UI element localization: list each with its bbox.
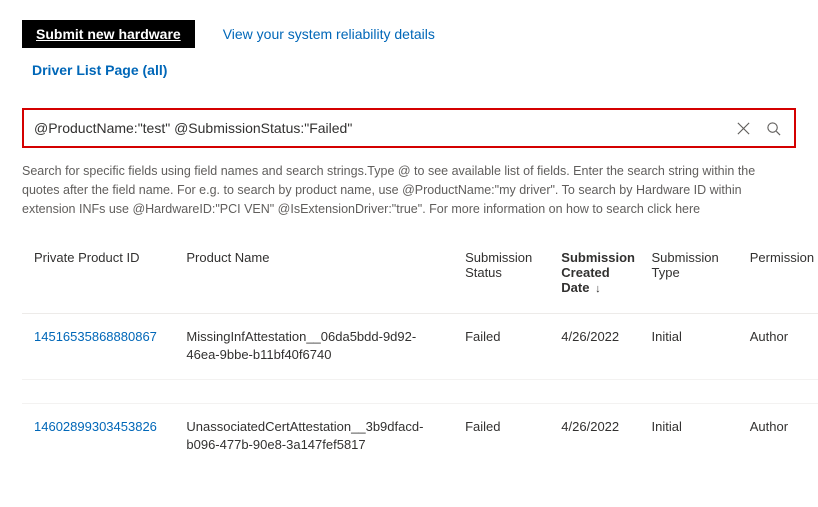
results-table: Private Product ID Product Name Submissi… [22, 240, 818, 468]
cell-type: Initial [640, 314, 738, 379]
search-bar [22, 108, 796, 148]
cell-status: Failed [453, 314, 549, 379]
search-help-text: Search for specific fields using field n… [22, 162, 796, 218]
col-product-name[interactable]: Product Name [174, 240, 453, 314]
cell-type: Initial [640, 403, 738, 468]
clear-icon[interactable] [728, 113, 758, 143]
product-id-link[interactable]: 14516535868880867 [34, 329, 157, 344]
cell-permission: Author [738, 314, 818, 379]
cell-date: 4/26/2022 [549, 403, 639, 468]
cell-permission: Author [738, 403, 818, 468]
help-body: Search for specific fields using field n… [22, 164, 755, 216]
col-submission-status[interactable]: Submission Status [453, 240, 549, 314]
submit-new-hardware-button[interactable]: Submit new hardware [22, 20, 195, 48]
product-id-link[interactable]: 14602899303453826 [34, 419, 157, 434]
col-permission[interactable]: Permission [738, 240, 818, 314]
table-row: 14516535868880867 MissingInfAttestation_… [22, 314, 818, 379]
cell-status: Failed [453, 403, 549, 468]
search-input[interactable] [32, 119, 728, 137]
sort-descending-icon: ↓ [595, 283, 601, 295]
cell-product-name: UnassociatedCertAttestation__3b9dfacd-b0… [174, 403, 453, 468]
col-private-product-id[interactable]: Private Product ID [22, 240, 174, 314]
cell-date: 4/26/2022 [549, 314, 639, 379]
col-submission-created-date[interactable]: Submission Created Date ↓ [549, 240, 639, 314]
cell-product-name: MissingInfAttestation__06da5bdd-9d92-46e… [174, 314, 453, 379]
search-icon[interactable] [758, 113, 788, 143]
col-submission-type[interactable]: Submission Type [640, 240, 738, 314]
help-here-link[interactable]: here [675, 202, 700, 216]
view-reliability-link[interactable]: View your system reliability details [223, 20, 435, 42]
driver-list-page-link[interactable]: Driver List Page (all) [32, 56, 167, 78]
table-row: 14602899303453826 UnassociatedCertAttest… [22, 403, 818, 468]
